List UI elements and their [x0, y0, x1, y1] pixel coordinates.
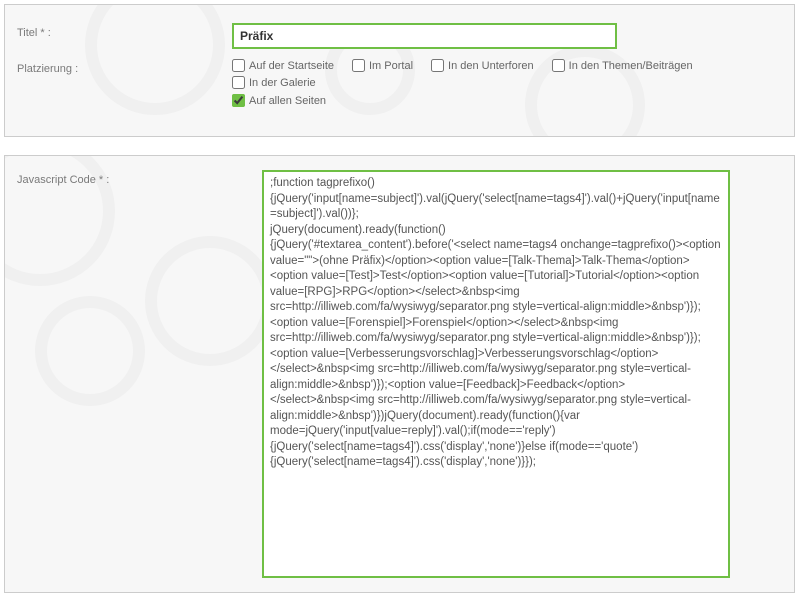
checkbox-alle-seiten[interactable]: [232, 94, 245, 107]
placement-label: Platzierung :: [17, 59, 232, 75]
cb-startseite[interactable]: Auf der Startseite: [232, 59, 334, 72]
panel-title-settings: Titel * : Platzierung : Auf der Startsei…: [4, 4, 795, 137]
cb-label: Auf allen Seiten: [249, 95, 326, 107]
panel-javascript-code: Javascript Code * : ;function tagprefixo…: [4, 155, 795, 593]
cb-label: In der Galerie: [249, 77, 316, 89]
checkbox-portal[interactable]: [352, 59, 365, 72]
code-label: Javascript Code * :: [17, 170, 262, 186]
cb-unterforen[interactable]: In den Unterforen: [431, 59, 534, 72]
checkbox-galerie[interactable]: [232, 76, 245, 89]
checkbox-startseite[interactable]: [232, 59, 245, 72]
cb-alle-seiten[interactable]: Auf allen Seiten: [232, 94, 326, 107]
title-input[interactable]: [232, 23, 617, 49]
checkbox-unterforen[interactable]: [431, 59, 444, 72]
cb-portal[interactable]: Im Portal: [352, 59, 413, 72]
title-label: Titel * :: [17, 23, 232, 39]
cb-label: Auf der Startseite: [249, 60, 334, 72]
cb-themen[interactable]: In den Themen/Beiträgen: [552, 59, 693, 72]
javascript-code-textarea[interactable]: ;function tagprefixo() {jQuery('input[na…: [262, 170, 730, 578]
cb-label: In den Unterforen: [448, 60, 534, 72]
cb-galerie[interactable]: In der Galerie: [232, 76, 316, 89]
checkbox-themen[interactable]: [552, 59, 565, 72]
cb-label: Im Portal: [369, 60, 413, 72]
cb-label: In den Themen/Beiträgen: [569, 60, 693, 72]
